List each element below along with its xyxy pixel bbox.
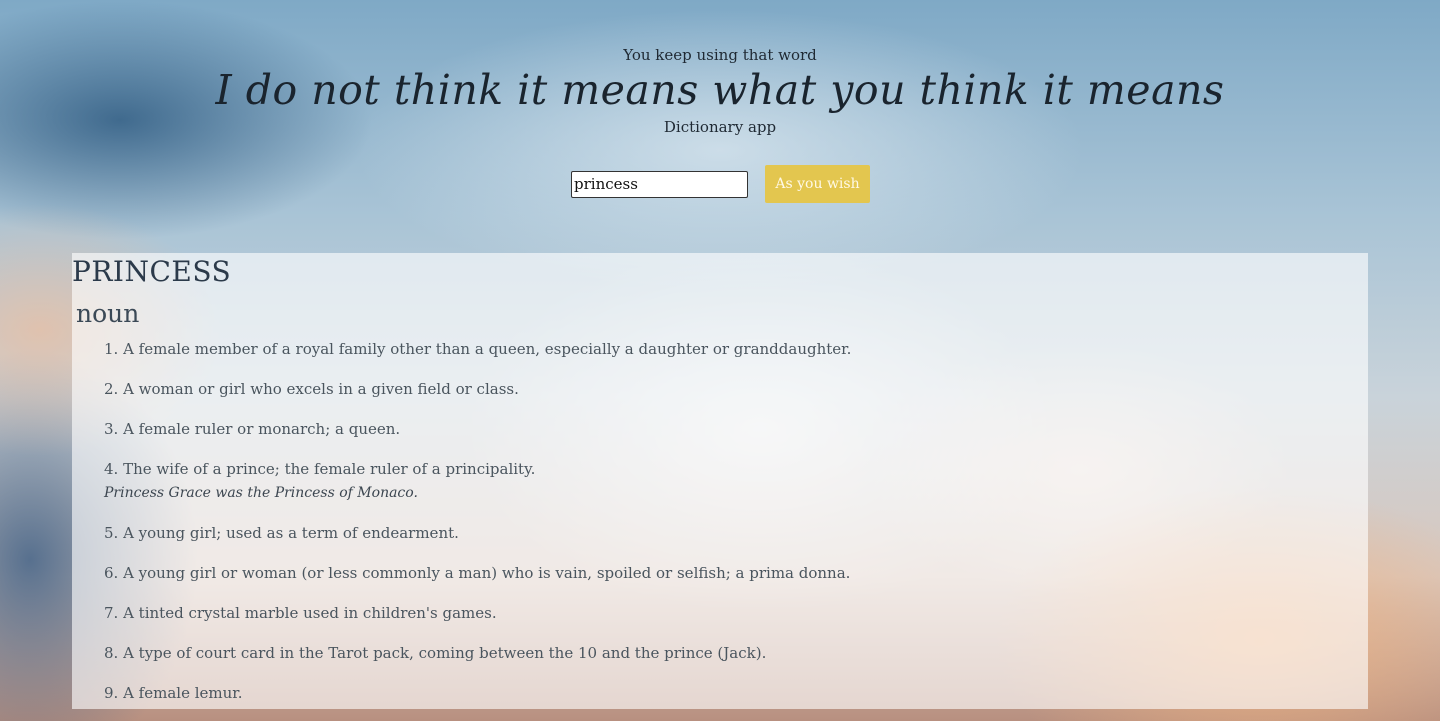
definition-text: 1. A female member of a royal family oth…: [104, 340, 852, 358]
definition-text: 9. A female lemur.: [104, 684, 243, 702]
definition-item: 8. A type of court card in the Tarot pac…: [104, 645, 851, 662]
results-panel: PRINCESS noun 1. A female member of a ro…: [72, 253, 1368, 709]
definition-item: 2. A woman or girl who excels in a given…: [104, 381, 851, 398]
search-form: As you wish: [571, 165, 870, 203]
definition-text: 3. A female ruler or monarch; a queen.: [104, 420, 401, 438]
definition-text: 4. The wife of a prince; the female rule…: [104, 460, 536, 478]
definition-item: 4. The wife of a prince; the female rule…: [104, 461, 851, 502]
definition-item: 6. A young girl or woman (or less common…: [104, 565, 851, 582]
tagline: You keep using that word: [623, 46, 817, 64]
definition-list: 1. A female member of a royal family oth…: [104, 341, 851, 709]
definition-item: 5. A young girl; used as a term of endea…: [104, 525, 851, 542]
definition-text: 8. A type of court card in the Tarot pac…: [104, 644, 767, 662]
definition-item: 7. A tinted crystal marble used in child…: [104, 605, 851, 622]
app-subtitle: Dictionary app: [663, 118, 777, 136]
part-of-speech: noun: [76, 299, 140, 328]
search-input[interactable]: [571, 170, 748, 198]
search-button[interactable]: As you wish: [765, 165, 870, 203]
word-heading: PRINCESS: [72, 255, 232, 288]
definition-text: 5. A young girl; used as a term of endea…: [104, 524, 459, 542]
definition-item: 9. A female lemur.: [104, 685, 851, 702]
definition-text: 2. A woman or girl who excels in a given…: [104, 380, 519, 398]
definition-text: 7. A tinted crystal marble used in child…: [104, 604, 497, 622]
definition-example: Princess Grace was the Princess of Monac…: [104, 485, 418, 501]
definition-text: 6. A young girl or woman (or less common…: [104, 564, 851, 582]
definition-item: 1. A female member of a royal family oth…: [104, 341, 851, 358]
definition-item: 3. A female ruler or monarch; a queen.: [104, 421, 851, 438]
page-title: I do not think it means what you think i…: [215, 66, 1225, 114]
